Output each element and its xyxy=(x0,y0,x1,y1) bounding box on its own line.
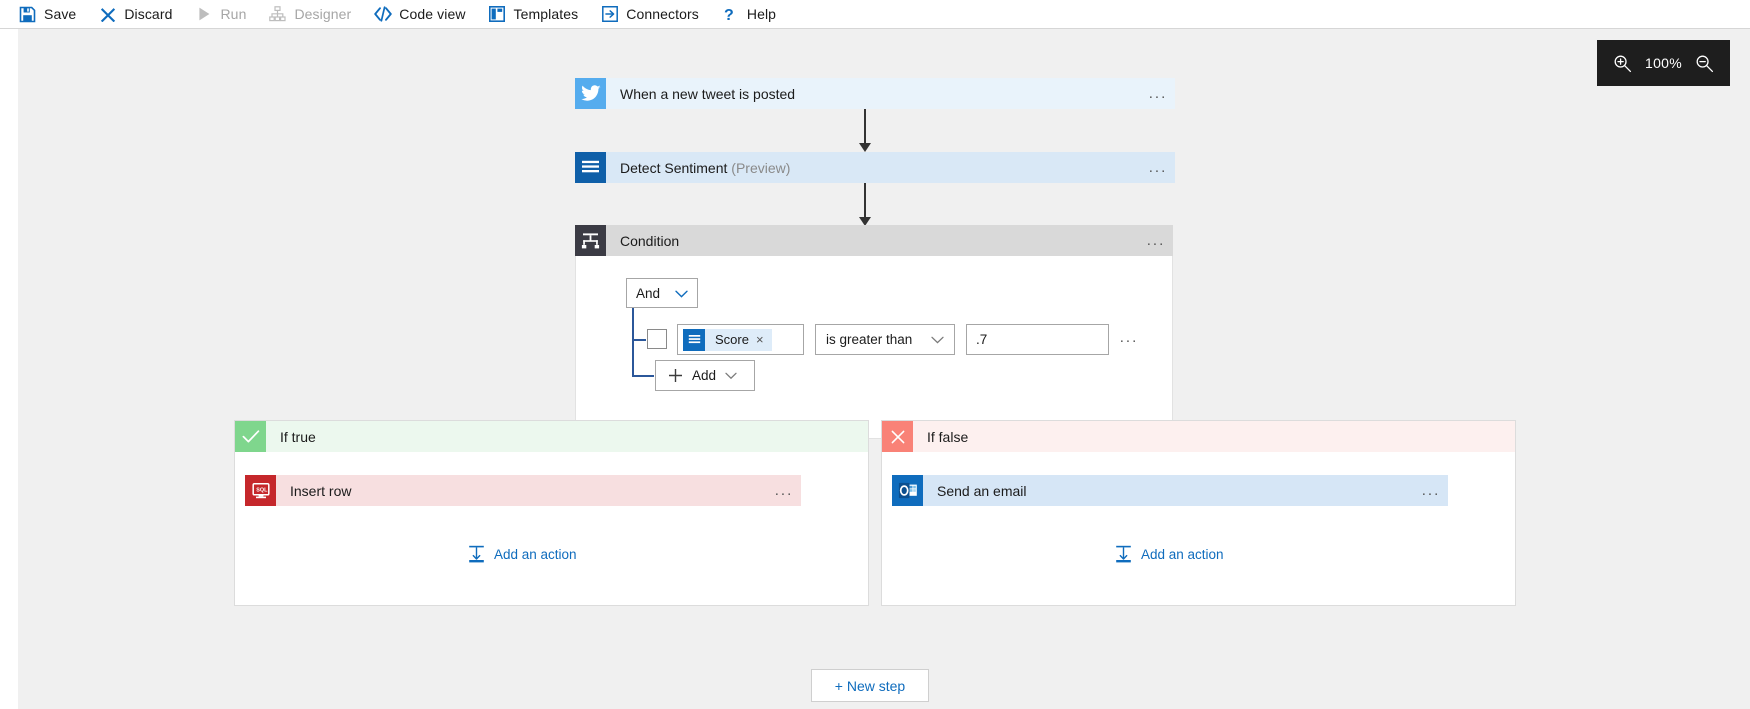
templates-button[interactable]: Templates xyxy=(488,0,579,29)
connectors-label: Connectors xyxy=(626,6,699,22)
condition-row-checkbox[interactable] xyxy=(647,329,667,349)
new-step-button[interactable]: + New step xyxy=(811,669,929,702)
discard-button[interactable]: Discard xyxy=(98,0,172,29)
branch-if-false-label: If false xyxy=(927,428,969,445)
add-an-action-if-false[interactable]: Add an action xyxy=(1115,545,1224,563)
condition-value-input[interactable]: .7 xyxy=(966,324,1109,355)
chevron-down-icon xyxy=(675,286,688,301)
code-view-button[interactable]: Code view xyxy=(373,0,465,29)
condition-icon xyxy=(575,225,606,256)
svg-text:SQL: SQL xyxy=(256,487,268,493)
action-overflow-menu[interactable]: ... xyxy=(1141,160,1175,175)
branch-if-true-label: If true xyxy=(280,428,316,445)
insert-action-icon xyxy=(1115,545,1132,563)
connector-arrow-1 xyxy=(859,143,871,152)
cross-icon xyxy=(882,421,913,452)
connector-trigger-to-action xyxy=(864,109,866,145)
condition-operator-dropdown[interactable]: is greater than xyxy=(815,324,955,355)
run-label: Run xyxy=(220,6,247,22)
text-analytics-token-icon xyxy=(683,328,705,351)
action-title-text: Detect Sentiment xyxy=(620,159,728,176)
new-step-label: + New step xyxy=(834,677,906,694)
discard-label: Discard xyxy=(124,6,173,22)
text-analytics-icon xyxy=(575,152,606,183)
help-button[interactable]: ? Help xyxy=(721,0,776,29)
branch-if-false-action-title: Send an email xyxy=(937,482,1027,499)
add-an-action-if-false-label: Add an action xyxy=(1141,546,1224,562)
condition-row-overflow-menu[interactable]: ... xyxy=(1116,330,1142,345)
action-title-suffix: (Preview) xyxy=(731,159,791,176)
add-an-action-if-true[interactable]: Add an action xyxy=(468,545,577,563)
logic-operator-dropdown[interactable]: And xyxy=(626,278,698,308)
trigger-card-when-a-new-tweet-is-posted[interactable]: When a new tweet is posted ... xyxy=(575,78,1175,109)
trigger-overflow-menu[interactable]: ... xyxy=(1141,86,1175,101)
save-icon xyxy=(18,5,37,24)
action-card-send-an-email[interactable]: Send an email ... xyxy=(892,475,1448,506)
trigger-title: When a new tweet is posted xyxy=(620,85,796,102)
toolbar: Save Discard Run Designer Code view Temp… xyxy=(0,0,1750,29)
condition-title: Condition xyxy=(620,232,680,249)
connectors-button[interactable]: Connectors xyxy=(600,0,699,29)
condition-value-text: .7 xyxy=(976,332,988,347)
designer-icon xyxy=(268,5,287,24)
branch-if-true: If true SQL Insert row ... Add an action xyxy=(234,420,869,606)
code-view-icon xyxy=(373,5,392,24)
insert-action-icon xyxy=(468,545,485,563)
token-score[interactable]: Score × xyxy=(683,328,772,351)
condition-card-header[interactable]: Condition ... xyxy=(575,225,1173,256)
run-icon xyxy=(194,5,213,24)
token-remove-icon[interactable]: × xyxy=(756,332,764,347)
help-label: Help xyxy=(746,6,777,22)
sql-icon: SQL xyxy=(245,475,276,506)
condition-operand-field[interactable]: Score × xyxy=(677,324,804,355)
zoom-control: 100% xyxy=(1597,40,1730,86)
designer-canvas: 100% When a new tweet is posted ... Dete… xyxy=(18,29,1750,709)
branch-if-false: If false Send an email ... Add an action xyxy=(881,420,1516,606)
zoom-out-icon[interactable] xyxy=(1694,52,1716,74)
connector-action-to-condition xyxy=(864,183,866,219)
condition-body: And Score × is greater than .7 ... Add xyxy=(575,256,1173,439)
tree-line-vertical xyxy=(632,308,634,376)
branch-if-false-action-overflow-menu[interactable]: ... xyxy=(1414,483,1448,498)
plus-icon xyxy=(668,368,683,383)
tree-line-branch-1 xyxy=(632,339,646,341)
chevron-down-icon xyxy=(931,332,944,347)
code-view-label: Code view xyxy=(399,6,466,22)
add-an-action-if-true-label: Add an action xyxy=(494,546,577,562)
run-button[interactable]: Run xyxy=(194,0,246,29)
save-label: Save xyxy=(44,6,77,22)
zoom-in-icon[interactable] xyxy=(1611,52,1633,74)
branch-if-false-header: If false xyxy=(882,421,1515,452)
branch-if-true-header: If true xyxy=(235,421,868,452)
svg-text:?: ? xyxy=(724,7,734,23)
save-button[interactable]: Save xyxy=(18,0,76,29)
chevron-down-icon xyxy=(725,368,737,383)
branch-if-true-action-title: Insert row xyxy=(290,482,352,499)
tree-line-branch-2 xyxy=(632,375,654,377)
templates-label: Templates xyxy=(513,6,579,22)
logic-operator-value: And xyxy=(636,285,661,301)
token-label: Score xyxy=(715,332,749,347)
zoom-level: 100% xyxy=(1644,55,1682,71)
designer-button[interactable]: Designer xyxy=(268,0,351,29)
check-icon xyxy=(235,421,266,452)
action-title: Detect Sentiment (Preview) xyxy=(606,160,1141,176)
add-condition-button[interactable]: Add xyxy=(655,360,755,391)
twitter-icon xyxy=(575,78,606,109)
connectors-icon xyxy=(600,5,619,24)
add-condition-label: Add xyxy=(692,368,717,383)
action-card-insert-row[interactable]: SQL Insert row ... xyxy=(245,475,801,506)
discard-icon xyxy=(98,5,117,24)
action-card-detect-sentiment[interactable]: Detect Sentiment (Preview) ... xyxy=(575,152,1175,183)
help-icon: ? xyxy=(721,5,740,24)
templates-icon xyxy=(488,5,507,24)
branch-if-true-action-overflow-menu[interactable]: ... xyxy=(767,483,801,498)
condition-overflow-menu[interactable]: ... xyxy=(1139,233,1173,248)
outlook-icon xyxy=(892,475,923,506)
condition-operator-value: is greater than xyxy=(826,332,913,347)
designer-label: Designer xyxy=(294,6,352,22)
